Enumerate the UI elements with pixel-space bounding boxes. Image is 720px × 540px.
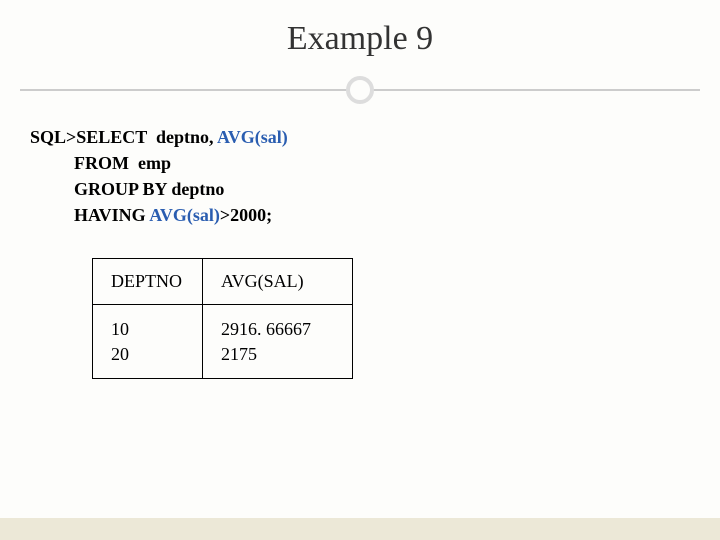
sql-code-block: SQL>SELECT deptno, AVG(sal) FROM emp GRO… xyxy=(0,124,720,228)
title-divider xyxy=(0,76,720,104)
cell-value: 2175 xyxy=(221,342,334,366)
col-header-deptno: DEPTNO xyxy=(93,259,203,305)
footer-band xyxy=(0,518,720,540)
divider-circle-icon xyxy=(346,76,374,104)
sql-prompt: SQL> xyxy=(30,127,76,147)
sql-avg-fn-2: AVG(sal) xyxy=(149,205,220,225)
sql-line-1: SQL>SELECT deptno, AVG(sal) xyxy=(30,124,720,150)
result-table: DEPTNO AVG(SAL) 10 20 2916. 66667 2175 xyxy=(92,258,353,379)
sql-line-3: GROUP BY deptno xyxy=(30,176,720,202)
sql-line-2: FROM emp xyxy=(30,150,720,176)
cell-avgsal: 2916. 66667 2175 xyxy=(203,305,353,379)
sql-having-text: HAVING xyxy=(74,205,149,225)
sql-select-text: SELECT deptno, xyxy=(76,127,217,147)
cell-value: 2916. 66667 xyxy=(221,317,334,341)
sql-line-4: HAVING AVG(sal)>2000; xyxy=(30,202,720,228)
table-row: 10 20 2916. 66667 2175 xyxy=(93,305,353,379)
table-header-row: DEPTNO AVG(SAL) xyxy=(93,259,353,305)
cell-value: 10 xyxy=(111,317,184,341)
page-title: Example 9 xyxy=(0,0,720,76)
sql-having-cond: >2000; xyxy=(220,205,272,225)
col-header-avgsal: AVG(SAL) xyxy=(203,259,353,305)
cell-deptno: 10 20 xyxy=(93,305,203,379)
cell-value: 20 xyxy=(111,342,184,366)
sql-avg-fn-1: AVG(sal) xyxy=(217,127,288,147)
